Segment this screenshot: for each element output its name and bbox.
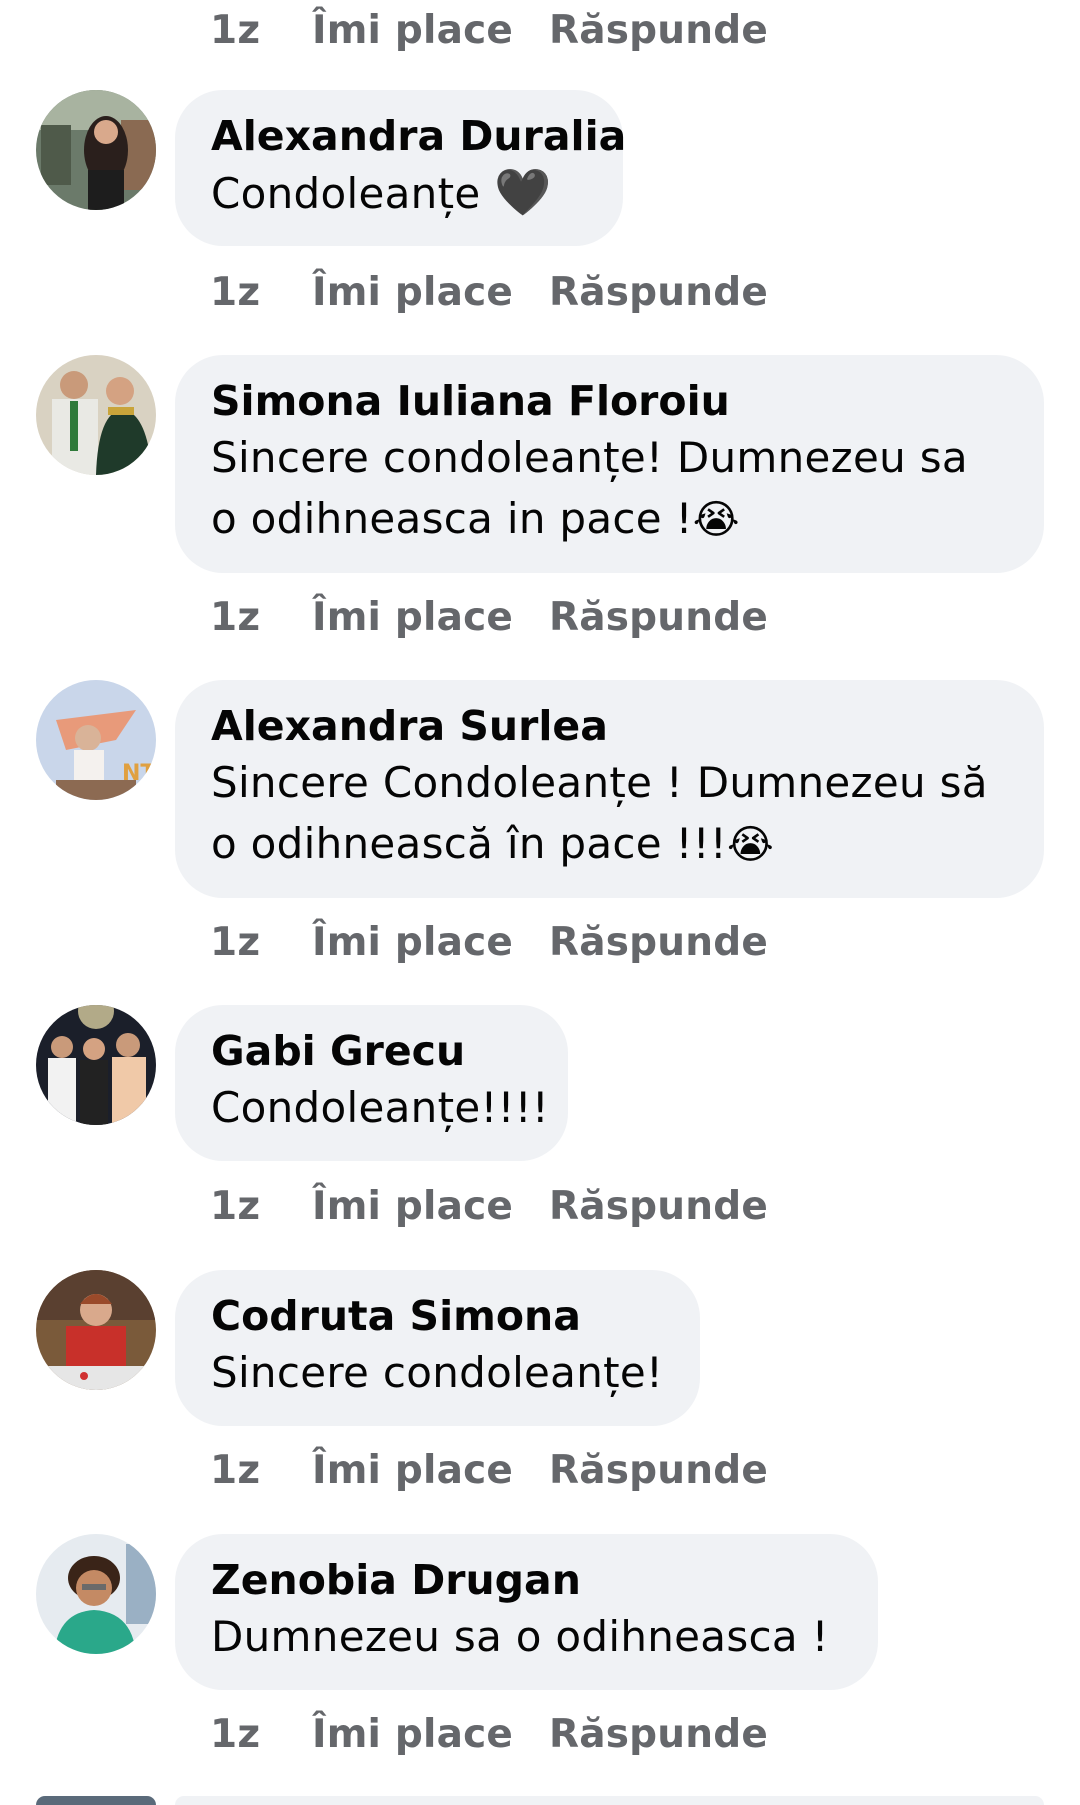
- comment-text-line: o odihneasca in pace !😭: [211, 494, 740, 543]
- comment-text: Condoleanțe 🖤: [211, 165, 552, 219]
- comment-time: 1z: [210, 919, 261, 965]
- comment-actions: 1z Îmi place Răspunde: [210, 916, 768, 968]
- comment-actions: 1z Îmi place Răspunde: [210, 1708, 768, 1760]
- crying-face-icon: 😭: [692, 497, 740, 543]
- comment-time: 1z: [210, 7, 261, 53]
- reply-button[interactable]: Răspunde: [549, 1448, 768, 1493]
- comment-time: 1z: [210, 1711, 261, 1757]
- reply-button[interactable]: Răspunde: [549, 8, 768, 53]
- like-button[interactable]: Îmi place: [312, 1712, 549, 1757]
- avatar[interactable]: [36, 355, 156, 475]
- avatar[interactable]: [36, 1534, 156, 1654]
- comment-author[interactable]: Alexandra Duralia: [211, 110, 626, 162]
- like-button[interactable]: Îmi place: [312, 8, 549, 53]
- comment-actions: 1z Îmi place Răspunde: [210, 1444, 768, 1496]
- comment-time: 1z: [210, 1447, 261, 1493]
- comment-bubble: Alexandra Duralia Condoleanțe 🖤: [175, 90, 626, 246]
- comment-actions: 1z Îmi place Răspunde: [210, 591, 768, 643]
- svg-text:NT: NT: [122, 761, 155, 786]
- comment-feed: 1z Îmi place Răspunde Alexandra Duralia …: [0, 0, 1080, 1805]
- reply-button[interactable]: Răspunde: [549, 1712, 768, 1757]
- comment-time: 1z: [210, 1183, 261, 1229]
- comment-time: 1z: [210, 594, 261, 640]
- comment-author[interactable]: Simona Iuliana Floroiu: [211, 375, 1008, 427]
- black-heart-icon: 🖤: [494, 165, 552, 219]
- reply-button[interactable]: Răspunde: [549, 270, 768, 315]
- comment-actions: 1z Îmi place Răspunde: [210, 4, 768, 56]
- comment-bubble: Alexandra Surlea Sincere Condoleanțe ! D…: [175, 680, 1044, 898]
- comment-text-line: Sincere condoleanțe! Dumnezeu sa: [211, 433, 968, 482]
- comment-author[interactable]: Gabi Grecu: [211, 1025, 532, 1077]
- reply-button[interactable]: Răspunde: [549, 595, 768, 640]
- comment-text-line: Sincere Condoleanțe ! Dumnezeu să: [211, 758, 988, 807]
- comment-text-line: o odihnească în pace !!!😭: [211, 819, 775, 868]
- comment-bubble: Gabi Grecu Condoleanțe!!!!: [175, 1005, 568, 1161]
- avatar[interactable]: [36, 90, 156, 210]
- comment-bubble: Codruta Simona Sincere condoleanțe!: [175, 1270, 700, 1426]
- avatar[interactable]: [36, 1005, 156, 1125]
- comment-author[interactable]: Zenobia Drugan: [211, 1554, 842, 1606]
- reply-button[interactable]: Răspunde: [549, 1184, 768, 1229]
- comment-author[interactable]: Alexandra Surlea: [211, 700, 1008, 752]
- comment-actions: 1z Îmi place Răspunde: [210, 266, 768, 318]
- avatar[interactable]: NT: [36, 680, 156, 800]
- avatar[interactable]: [36, 1270, 156, 1390]
- like-button[interactable]: Îmi place: [312, 1184, 549, 1229]
- like-button[interactable]: Îmi place: [312, 920, 549, 965]
- comment-text: Condoleanțe!!!!: [211, 1083, 550, 1132]
- comment-actions: 1z Îmi place Răspunde: [210, 1180, 768, 1232]
- comment-text: Sincere condoleanțe!: [211, 1348, 664, 1397]
- comment-bubble: Simona Iuliana Floroiu Sincere condolean…: [175, 355, 1044, 573]
- avatar[interactable]: [36, 1796, 156, 1805]
- like-button[interactable]: Îmi place: [312, 595, 549, 640]
- comment-bubble: [175, 1796, 1044, 1805]
- comment-author[interactable]: Codruta Simona: [211, 1290, 664, 1342]
- like-button[interactable]: Îmi place: [312, 270, 549, 315]
- crying-face-icon: 😭: [726, 822, 775, 868]
- like-button[interactable]: Îmi place: [312, 1448, 549, 1493]
- comment-text: Dumnezeu sa o odihneasca !: [211, 1612, 829, 1661]
- comment-time: 1z: [210, 269, 261, 315]
- reply-button[interactable]: Răspunde: [549, 920, 768, 965]
- comment-bubble: Zenobia Drugan Dumnezeu sa o odihneasca …: [175, 1534, 878, 1690]
